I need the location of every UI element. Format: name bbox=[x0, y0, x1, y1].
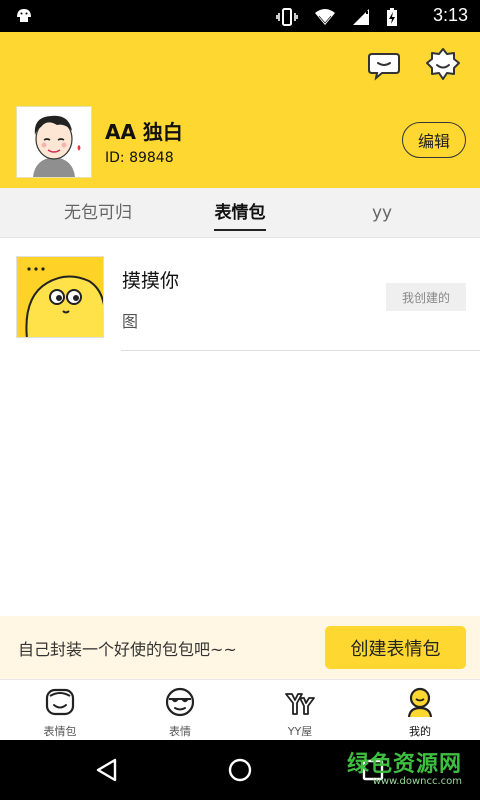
status-icons bbox=[276, 7, 398, 27]
tab-yy[interactable]: yy bbox=[362, 188, 402, 237]
wifi-icon bbox=[315, 9, 335, 25]
user-name: AA 独白 bbox=[105, 120, 183, 144]
promo-text: 自己封装一个好使的包包吧~~ bbox=[18, 640, 237, 659]
watermark: 绿色资源网 www.downcc.com bbox=[347, 746, 462, 787]
battery-charging-icon bbox=[387, 8, 397, 26]
list-item-badge: 我创建的 bbox=[386, 283, 466, 311]
nav-item-biaoqing[interactable]: 表情 bbox=[120, 680, 240, 741]
list-divider bbox=[121, 350, 480, 351]
watermark-title: 绿色资源网 bbox=[346, 752, 462, 777]
list-item-thumbnail[interactable] bbox=[16, 256, 104, 338]
nav-item-wode[interactable]: 我的 bbox=[360, 680, 480, 741]
status-bar: 3:13 bbox=[0, 0, 480, 32]
back-icon[interactable] bbox=[94, 757, 120, 783]
tab-biaoqingbao[interactable]: 表情包 bbox=[210, 188, 270, 237]
promo-bar: 自己封装一个好使的包包吧~~ 创建表情包 bbox=[0, 616, 480, 679]
avatar[interactable] bbox=[16, 106, 92, 178]
message-bubble-icon[interactable] bbox=[366, 46, 402, 82]
sunglasses-face-icon bbox=[165, 687, 195, 717]
user-id: ID: 89848 bbox=[105, 150, 174, 166]
status-time: 3:13 bbox=[432, 5, 468, 25]
bottom-nav: 表情包 表情 YY屋 我的 bbox=[0, 679, 480, 741]
settings-gear-icon[interactable] bbox=[424, 46, 460, 82]
nav-label: YY屋 bbox=[287, 725, 313, 738]
nav-label: 表情包 bbox=[43, 725, 77, 738]
signal-icon bbox=[353, 9, 369, 25]
home-icon[interactable] bbox=[227, 757, 253, 783]
create-pack-button[interactable]: 创建表情包 bbox=[325, 626, 466, 669]
nav-label: 表情 bbox=[169, 725, 191, 738]
yy-house-icon bbox=[285, 693, 315, 715]
list-item-title[interactable]: 摸摸你 bbox=[122, 266, 179, 293]
vibrate-icon bbox=[276, 8, 298, 26]
person-icon bbox=[407, 687, 433, 718]
nav-item-biaoqingbao[interactable]: 表情包 bbox=[0, 680, 120, 741]
tab-wubaokegui[interactable]: 无包可归 bbox=[52, 188, 144, 237]
profile-header: AA 独白 ID: 89848 编辑 bbox=[0, 32, 480, 188]
list-item-subtitle: 图 bbox=[122, 312, 139, 331]
nav-label: 我的 bbox=[409, 725, 431, 738]
android-debug-icon bbox=[14, 6, 34, 30]
edit-profile-button[interactable]: 编辑 bbox=[402, 122, 466, 158]
smiley-box-icon bbox=[45, 688, 75, 716]
nav-item-yy-house[interactable]: YY屋 bbox=[240, 680, 360, 741]
tab-bar: 无包可归 表情包 yy bbox=[0, 188, 480, 238]
